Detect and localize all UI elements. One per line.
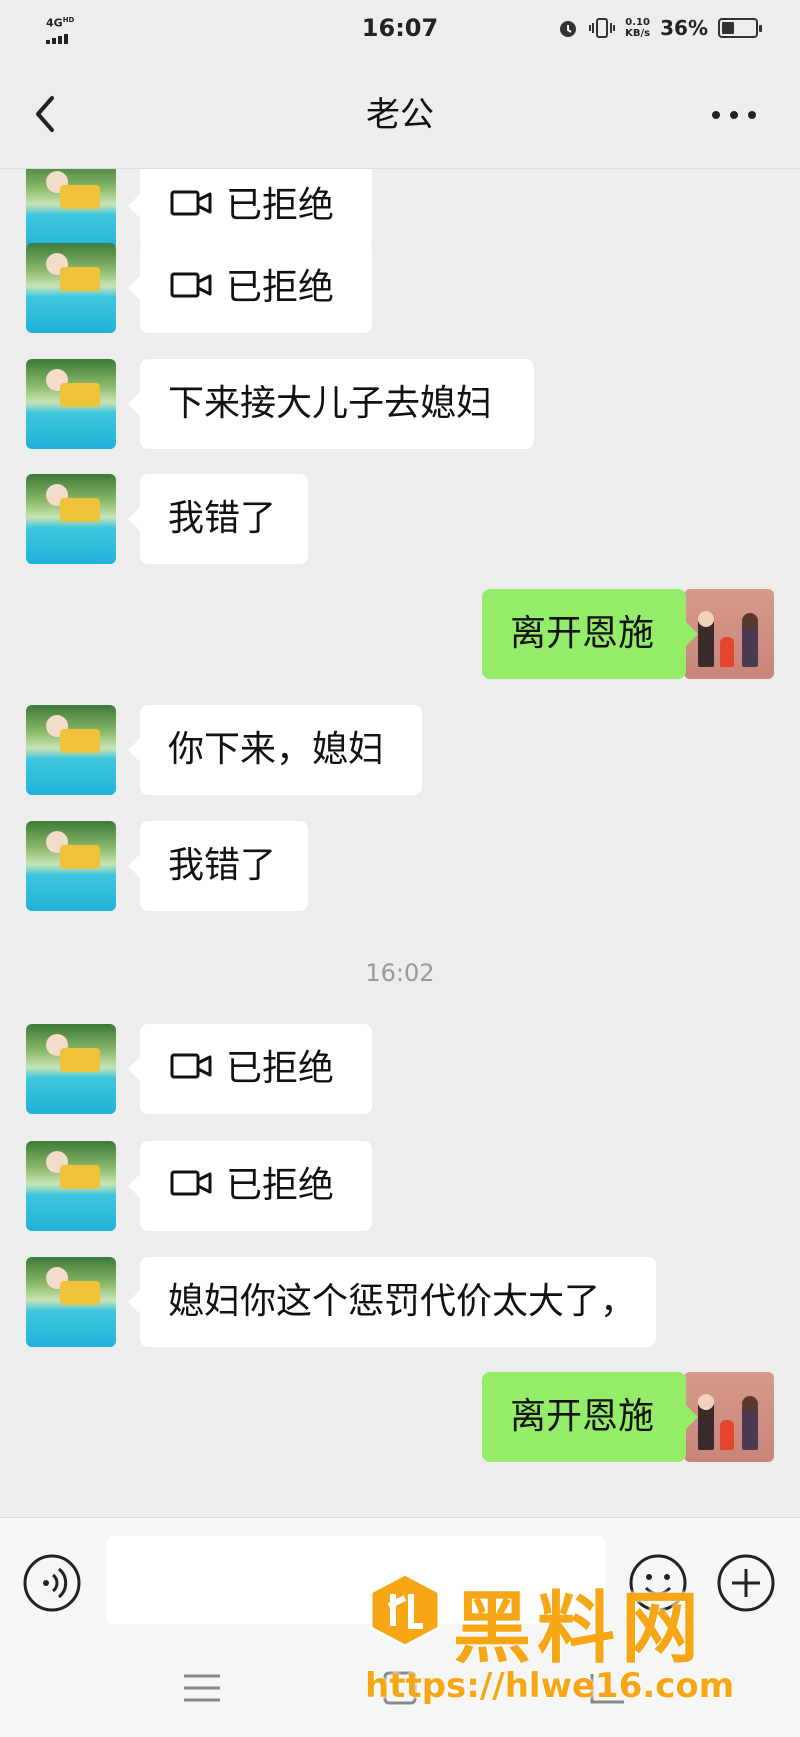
message-text: 离开恩施 (510, 1396, 655, 1437)
video-camera-icon (170, 272, 212, 298)
video-camera-icon (170, 190, 212, 216)
contact-avatar[interactable] (26, 1024, 116, 1114)
menu-icon (184, 1674, 220, 1702)
message-text: 已拒绝 (226, 1048, 335, 1089)
video-call-bubble[interactable]: 已拒绝 (128, 243, 372, 333)
video-call-bubble[interactable]: 已拒绝 (128, 1024, 372, 1114)
chat-header: 老公 (0, 62, 800, 169)
incoming-message: 已拒绝 (0, 1141, 800, 1231)
incoming-message: 下来接大儿子去媳妇 (0, 359, 800, 449)
video-call-bubble[interactable]: 已拒绝 (128, 1141, 372, 1231)
message-list[interactable]: 已拒绝 已拒绝 下来接大儿子去媳妇 我错了 离开恩施 你下来，媳妇 我错了 16:02 已拒绝已… (0, 169, 800, 1517)
incoming-message: 媳妇你这个惩罚代价太大了， (0, 1257, 800, 1347)
message-text: 我错了 (168, 498, 277, 539)
message-text: 已拒绝 (226, 185, 335, 226)
message-bubble[interactable]: 媳妇你这个惩罚代价太大了， (128, 1257, 656, 1347)
battery-percent: 36% (660, 16, 708, 40)
contact-avatar[interactable] (26, 474, 116, 564)
page-title: 老公 (366, 95, 434, 135)
contact-avatar[interactable] (26, 821, 116, 911)
contact-avatar[interactable] (26, 359, 116, 449)
more-button[interactable] (704, 90, 764, 140)
incoming-message: 我错了 (0, 474, 800, 564)
contact-avatar[interactable] (26, 1141, 116, 1231)
video-camera-icon (170, 1053, 212, 1079)
message-timestamp: 16:02 (365, 959, 435, 987)
message-text: 离开恩施 (510, 613, 655, 654)
contact-avatar[interactable] (26, 1257, 116, 1347)
message-bubble[interactable]: 离开恩施 (482, 1372, 698, 1462)
incoming-message: 已拒绝 (0, 1024, 800, 1114)
outgoing-message: 离开恩施 (0, 589, 800, 679)
voice-button[interactable] (22, 1553, 82, 1613)
watermark: 黑料网 https://hlwe16.com (365, 1570, 785, 1730)
video-call-bubble[interactable]: 已拒绝 (128, 169, 372, 251)
message-bubble[interactable]: 我错了 (128, 821, 308, 911)
message-text: 下来接大儿子去媳妇 (168, 383, 493, 424)
voice-icon (23, 1554, 81, 1612)
message-bubble[interactable]: 我错了 (128, 474, 308, 564)
contact-avatar[interactable] (26, 243, 116, 333)
vibrate-icon (589, 18, 616, 38)
message-bubble[interactable]: 你下来，媳妇 (128, 705, 422, 795)
watermark-url: https://hlwe16.com (365, 1666, 735, 1706)
message-text: 媳妇你这个惩罚代价太大了， (168, 1281, 637, 1322)
outgoing-message: 离开恩施 (0, 1372, 800, 1462)
message-bubble[interactable]: 下来接大儿子去媳妇 (128, 359, 534, 449)
video-camera-icon (170, 1170, 212, 1196)
status-bar: 4GHD 16:07 0.10 KB/s 36% (0, 0, 800, 62)
message-text: 已拒绝 (226, 1165, 335, 1206)
system-menu-button[interactable] (180, 1668, 224, 1712)
message-text: 你下来，媳妇 (168, 729, 385, 770)
network-speed: 0.10 KB/s (625, 17, 651, 39)
message-text: 已拒绝 (226, 267, 335, 308)
message-text: 我错了 (168, 845, 277, 886)
message-bubble[interactable]: 离开恩施 (482, 589, 698, 679)
watermark-title: 黑料网 (453, 1584, 706, 1674)
incoming-message: 已拒绝 (0, 243, 800, 333)
incoming-message: 我错了 (0, 821, 800, 911)
alarm-icon (560, 21, 577, 37)
incoming-message: 已拒绝 (0, 169, 800, 251)
watermark-logo-icon (369, 1572, 441, 1648)
more-dots-icon (712, 111, 756, 119)
battery-icon (718, 18, 762, 38)
contact-avatar[interactable] (26, 705, 116, 795)
contact-avatar[interactable] (26, 169, 116, 251)
incoming-message: 你下来，媳妇 (0, 705, 800, 795)
